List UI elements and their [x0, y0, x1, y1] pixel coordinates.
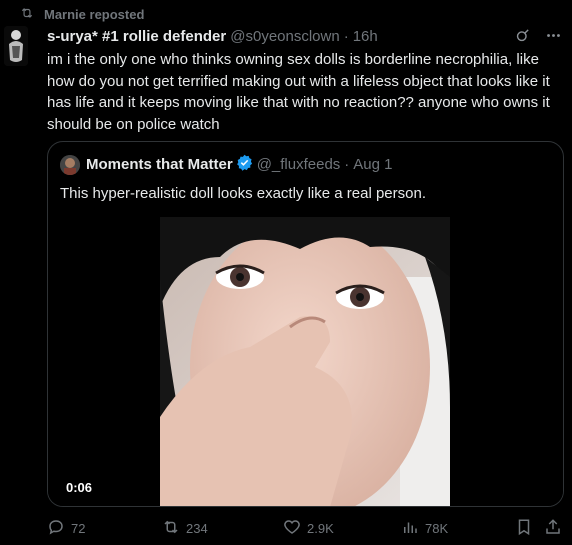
- bookmark-icon: [515, 518, 533, 539]
- reply-button[interactable]: 72: [47, 518, 85, 539]
- view-count: 78K: [425, 521, 449, 536]
- verified-badge-icon: [233, 154, 253, 175]
- author-avatar[interactable]: [4, 26, 28, 66]
- retweet-count: 234: [186, 521, 208, 536]
- like-count: 2.9K: [307, 521, 334, 536]
- quoted-date: Aug 1: [353, 156, 393, 173]
- more-options-icon[interactable]: [545, 27, 562, 49]
- retweet-icon: [162, 518, 180, 539]
- quoted-media[interactable]: 0:06: [48, 217, 563, 506]
- video-player[interactable]: [160, 217, 450, 506]
- repost-indicator[interactable]: Marnie reposted: [20, 6, 144, 23]
- views-button[interactable]: 78K: [401, 518, 448, 539]
- reply-count: 72: [71, 521, 86, 536]
- action-bar: 72 234 2.9K 78K: [47, 518, 562, 540]
- bookmark-button[interactable]: [515, 518, 533, 539]
- tweet-text: im i the only one who thinks owning sex …: [47, 51, 550, 133]
- tweet-header: s-urya* #1 rollie defender @s0yeonsclown…: [47, 26, 562, 46]
- video-time-badge: 0:06: [60, 478, 99, 497]
- views-chart-icon: [401, 518, 419, 539]
- retweet-button[interactable]: 234: [162, 518, 208, 539]
- quoted-tweet-text: This hyper-realistic doll looks exactly …: [60, 185, 426, 202]
- separator-dot: ·: [343, 27, 349, 45]
- share-icon: [544, 518, 562, 539]
- share-button[interactable]: [544, 518, 562, 539]
- repost-icon: [20, 6, 34, 23]
- author-name[interactable]: s-urya* #1 rollie defender: [47, 28, 226, 45]
- heart-icon: [283, 518, 301, 539]
- quoted-author-name: Moments that Matter: [86, 156, 233, 173]
- grok-icon[interactable]: [514, 27, 531, 49]
- like-button[interactable]: 2.9K: [283, 518, 334, 539]
- quoted-author-handle: @_fluxfeeds: [256, 156, 341, 173]
- quoted-tweet-header: Moments that Matter @_fluxfeeds · Aug 1: [60, 154, 393, 175]
- video-frame: [160, 217, 450, 506]
- quoted-author-avatar: [60, 154, 80, 175]
- repost-label: Marnie reposted: [44, 7, 145, 22]
- quoted-tweet[interactable]: Moments that Matter @_fluxfeeds · Aug 1 …: [47, 141, 564, 507]
- tweet-header-icons: [514, 27, 562, 49]
- author-handle[interactable]: @s0yeonsclown: [230, 28, 339, 45]
- reply-icon: [47, 518, 65, 539]
- quoted-separator-dot: ·: [344, 156, 350, 173]
- tweet-time[interactable]: 16h: [353, 28, 378, 45]
